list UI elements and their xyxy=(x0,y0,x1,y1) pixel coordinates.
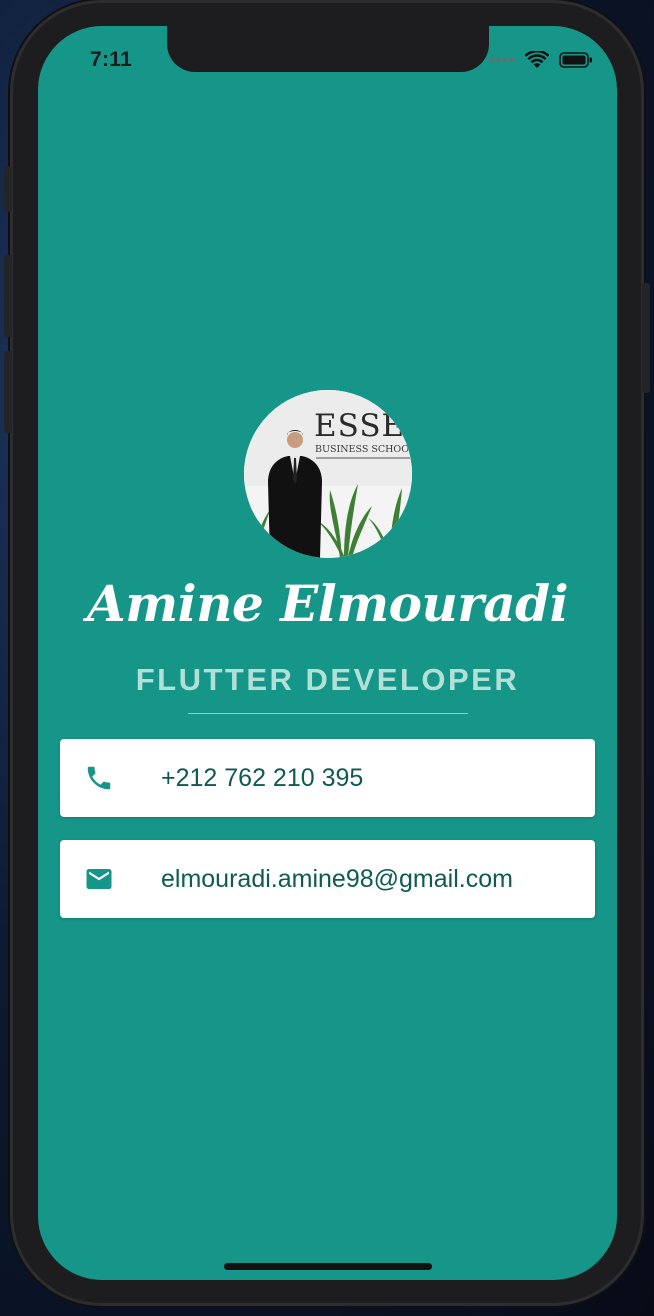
signal-dots-icon xyxy=(489,57,514,63)
battery-icon xyxy=(559,52,592,68)
volume-down-button xyxy=(4,351,12,433)
photo-sign-line1: ESSEC xyxy=(314,408,412,444)
home-indicator[interactable] xyxy=(224,1263,432,1270)
phone-card[interactable]: +212 762 210 395 xyxy=(60,739,595,817)
profile-name: Amine Elmouradi xyxy=(86,574,569,633)
avatar: ESSEC BUSINESS SCHOOL xyxy=(244,390,412,558)
photo-sign-line2: BUSINESS SCHOOL xyxy=(315,444,412,455)
volume-up-button xyxy=(4,255,12,337)
status-icons xyxy=(489,51,593,69)
app-screen: 7:11 ESSEC BUSINESS SCHOOL xyxy=(38,26,617,1280)
email-icon xyxy=(86,869,112,889)
email-address: elmouradi.amine98@gmail.com xyxy=(161,865,513,893)
status-time: 7:11 xyxy=(90,48,133,71)
power-button xyxy=(642,283,650,393)
wifi-icon xyxy=(525,51,549,68)
phone-icon xyxy=(87,766,111,790)
divider xyxy=(188,713,468,714)
notch xyxy=(167,26,489,72)
email-card[interactable]: elmouradi.amine98@gmail.com xyxy=(60,840,595,918)
silent-switch xyxy=(4,166,12,212)
profile-photo: ESSEC BUSINESS SCHOOL xyxy=(244,390,412,558)
profile-title: FLUTTER DEVELOPER xyxy=(135,662,520,697)
phone-number: +212 762 210 395 xyxy=(161,764,364,792)
